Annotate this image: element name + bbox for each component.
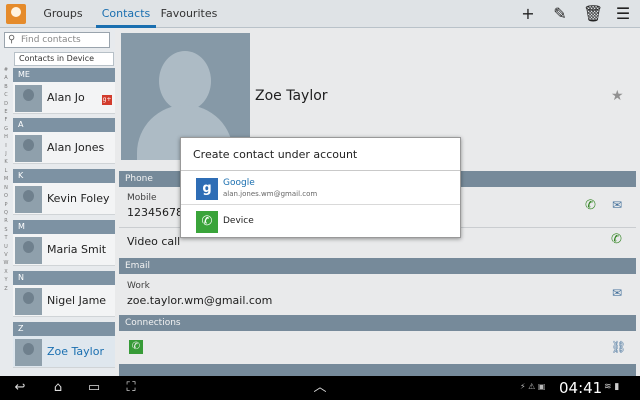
tab-favourites[interactable]: Favourites [160,0,218,28]
menu-icon[interactable]: ☰ [614,5,632,23]
recent-apps-icon[interactable]: ▭ [84,379,104,397]
alphabet-letter[interactable]: X [0,268,12,276]
account-option-device[interactable]: ✆ Device [181,206,460,238]
alphabet-letter[interactable]: U [0,243,12,251]
alphabet-letter[interactable]: N [0,184,12,192]
system-navigation-bar: ↩ ⌂ ▭ ⛶ ︿ ⚡ ⚠ ▣ 04:41 ≋ ▮ [0,376,640,400]
alphabet-letter[interactable]: F [0,116,12,124]
delete-icon[interactable]: 🗑 [583,5,603,23]
contact-name: Alan Jones [47,141,105,154]
alphabet-letter[interactable]: B [0,83,12,91]
contact-list-panel: ⚲ Find contacts Contacts in Device # A B C D… [0,28,115,376]
notification-icons[interactable]: ⚡ ⚠ ▣ [520,382,560,394]
alphabet-letter[interactable]: Q [0,209,12,217]
search-input[interactable]: ⚲ Find contacts [4,32,110,48]
add-icon[interactable]: + [519,5,537,23]
wifi-battery-icons[interactable]: ≋ ▮ [604,382,619,392]
contact-row[interactable]: Alan Jones [13,132,115,164]
alphabet-letter[interactable]: G [0,125,12,133]
alphabet-letter[interactable]: D [0,100,12,108]
contact-source-filter[interactable]: Contacts in Device [14,52,114,66]
search-placeholder: Find contacts [21,35,81,45]
alphabet-letter[interactable]: M [0,175,12,183]
alphabet-letter[interactable]: R [0,217,12,225]
contact-row[interactable]: Alan Jo g+ [13,82,115,114]
alphabet-letter[interactable]: H [0,133,12,141]
contact-row-selected[interactable]: Zoe Taylor [13,336,115,368]
alphabet-letter[interactable]: S [0,226,12,234]
alphabet-letter[interactable]: P [0,201,12,209]
create-contact-dialog: Create contact under account g Google al… [180,137,461,238]
account-email: alan.jones.wm@gmail.com [223,190,318,198]
clock[interactable]: 04:41 [559,379,602,397]
avatar [15,135,42,162]
search-icon: ⚲ [8,34,16,45]
tab-contacts[interactable]: Contacts [96,0,156,28]
device-phone-icon: ✆ [196,211,218,233]
avatar [15,237,42,264]
contact-name: Kevin Foley [47,192,110,205]
alphabet-letter[interactable]: J [0,150,12,158]
contact-row[interactable]: Nigel Jame [13,285,115,317]
section-header: K [13,169,115,183]
alphabet-index[interactable]: # A B C D E F G H I J K L M N O P Q R S T U V W X Y Z [0,66,12,376]
action-bar: Groups Contacts Favourites + ✎ 🗑 ☰ [0,0,640,28]
contact-name: Zoe Taylor [47,345,104,358]
alphabet-letter[interactable]: O [0,192,12,200]
alphabet-letter[interactable]: T [0,234,12,242]
screenshot-icon[interactable]: ⛶ [121,379,141,397]
avatar [15,186,42,213]
section-header: A [13,118,115,132]
back-icon[interactable]: ↩ [10,379,30,397]
google-icon: g [196,178,218,200]
account-name: Google [223,178,255,188]
alphabet-letter[interactable]: Y [0,276,12,284]
alphabet-letter[interactable]: K [0,158,12,166]
section-header: Z [13,322,115,336]
alphabet-letter[interactable]: # [0,66,12,74]
chevron-up-icon[interactable]: ︿ [310,379,330,397]
alphabet-letter[interactable]: C [0,91,12,99]
contacts-app-icon[interactable] [6,4,26,24]
avatar [15,288,42,315]
avatar [15,85,42,112]
alphabet-letter[interactable]: A [0,74,12,82]
dialog-title: Create contact under account [181,138,460,171]
contact-row[interactable]: Kevin Foley [13,183,115,215]
tab-groups[interactable]: Groups [34,0,92,28]
alphabet-letter[interactable]: L [0,167,12,175]
alphabet-letter[interactable]: W [0,259,12,267]
account-option-google[interactable]: g Google alan.jones.wm@gmail.com [181,173,460,205]
contact-row[interactable]: Maria Smit [13,234,115,266]
avatar [15,339,42,366]
edit-icon[interactable]: ✎ [551,5,569,23]
contact-name: Nigel Jame [47,294,107,307]
google-plus-icon: g+ [102,95,112,105]
contact-name: Maria Smit [47,243,107,256]
home-icon[interactable]: ⌂ [48,379,68,397]
alphabet-letter[interactable]: Z [0,285,12,293]
section-header: ME [13,68,115,82]
account-name: Device [223,216,254,226]
section-header: N [13,271,115,285]
alphabet-letter[interactable]: V [0,251,12,259]
alphabet-letter[interactable]: I [0,142,12,150]
alphabet-letter[interactable]: E [0,108,12,116]
section-header: M [13,220,115,234]
